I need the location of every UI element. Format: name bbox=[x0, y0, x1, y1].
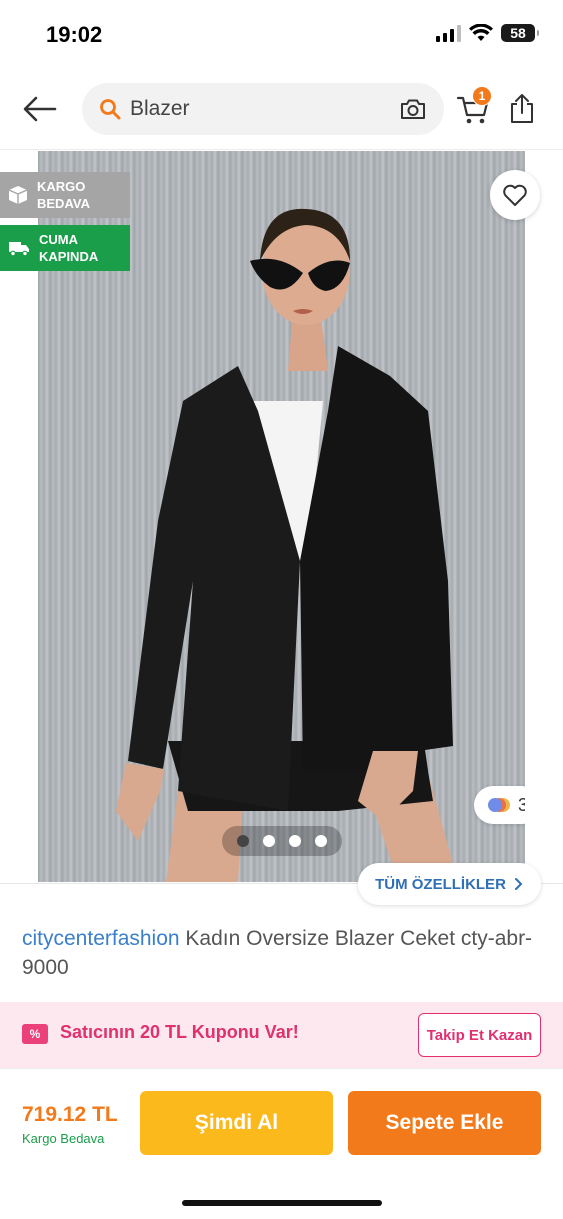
pagination-dot[interactable] bbox=[289, 835, 301, 847]
buy-now-button[interactable]: Şimdi Al bbox=[140, 1091, 333, 1155]
pagination-dot[interactable] bbox=[315, 835, 327, 847]
cart-count-badge: 1 bbox=[472, 86, 492, 106]
all-specs-button[interactable]: TÜM ÖZELLİKLER bbox=[358, 863, 541, 905]
image-pagination[interactable] bbox=[222, 826, 342, 856]
cellular-signal-icon bbox=[436, 24, 461, 42]
add-to-cart-button[interactable]: Sepete Ekle bbox=[348, 1091, 541, 1155]
variant-count: 3 bbox=[517, 794, 525, 815]
battery-icon: 58 bbox=[501, 24, 539, 42]
friday-badge-line2: KAPINDA bbox=[39, 249, 99, 264]
friday-badge-line1: CUMA bbox=[39, 232, 78, 247]
status-icons: 58 bbox=[436, 24, 539, 42]
follow-and-earn-button[interactable]: Takip Et Kazan bbox=[418, 1013, 541, 1057]
camera-icon bbox=[401, 99, 425, 119]
delivery-truck-icon bbox=[9, 242, 29, 257]
friday-delivery-badge: CUMA KAPINDA bbox=[0, 225, 130, 271]
search-query: Blazer bbox=[130, 97, 190, 120]
purchase-bar: 719.12 TL Kargo Bedava Şimdi Al Sepete E… bbox=[0, 1068, 563, 1219]
favorite-button[interactable] bbox=[490, 170, 540, 220]
coupon-banner: % Satıcının 20 TL Kuponu Var! Takip Et K… bbox=[0, 1002, 563, 1068]
cart-button[interactable]: 1 bbox=[456, 86, 494, 130]
top-nav-bar: Blazer 1 bbox=[0, 70, 563, 150]
back-arrow-icon bbox=[23, 96, 57, 122]
home-indicator[interactable] bbox=[182, 1200, 382, 1206]
coupon-icon: % bbox=[22, 1024, 48, 1044]
chevron-right-icon bbox=[514, 878, 523, 890]
free-shipping-badge: KARGO BEDAVA bbox=[0, 172, 130, 218]
cargo-badge-line2: BEDAVA bbox=[37, 196, 90, 211]
box-icon bbox=[8, 186, 28, 204]
heart-icon bbox=[503, 184, 527, 206]
color-variants-button[interactable]: 3 bbox=[474, 786, 525, 824]
all-specs-label: TÜM ÖZELLİKLER bbox=[375, 875, 506, 893]
status-bar: 19:02 58 bbox=[0, 0, 563, 70]
share-icon bbox=[511, 94, 533, 123]
status-time: 19:02 bbox=[46, 22, 103, 47]
camera-search-button[interactable] bbox=[398, 94, 428, 124]
brand-link[interactable]: citycenterfashion bbox=[22, 927, 180, 950]
price: 719.12 TL bbox=[22, 1103, 118, 1126]
back-button[interactable] bbox=[20, 92, 60, 126]
search-icon bbox=[100, 99, 121, 120]
cargo-badge-line1: KARGO bbox=[37, 179, 86, 194]
pagination-dot[interactable] bbox=[237, 835, 249, 847]
coupon-text: Satıcının 20 TL Kuponu Var! bbox=[60, 1022, 299, 1042]
search-input[interactable]: Blazer bbox=[82, 83, 444, 135]
share-button[interactable] bbox=[508, 92, 538, 126]
wifi-icon bbox=[469, 24, 493, 41]
shipping-info: Kargo Bedava bbox=[22, 1131, 105, 1146]
color-swatches-icon bbox=[487, 798, 510, 812]
product-title: citycenterfashion Kadın Oversize Blazer … bbox=[22, 924, 542, 982]
pagination-dot[interactable] bbox=[263, 835, 275, 847]
